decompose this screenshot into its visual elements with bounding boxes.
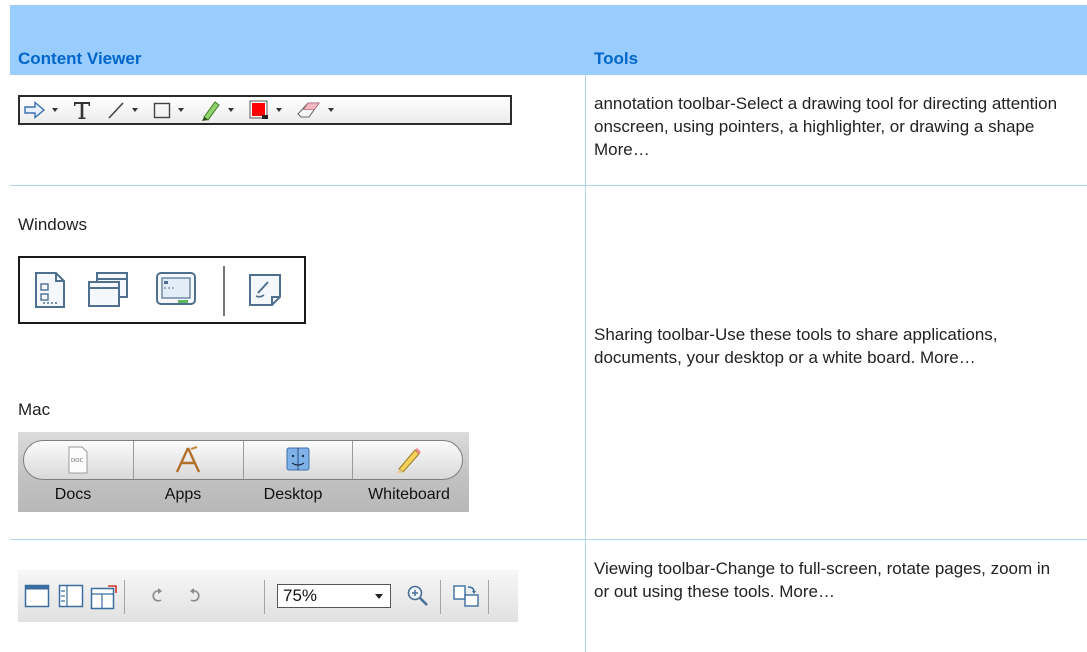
tools-header: Tools (594, 49, 639, 68)
help-table: Content Viewer Tools annotation toolbar-… (0, 0, 1087, 652)
table-header (10, 5, 1087, 75)
toolbar-separator (264, 580, 265, 614)
thumbnails-icon (58, 584, 84, 608)
share-whiteboard-icon (249, 274, 281, 306)
thumbnails-view-button[interactable] (58, 584, 84, 613)
rectangle-tool-icon (153, 102, 171, 119)
color-picker-button[interactable] (248, 97, 290, 123)
magnifier-icon (407, 585, 428, 606)
zoom-value: 75% (283, 586, 318, 605)
chevron-down-icon[interactable] (228, 108, 234, 112)
share-whiteboard-button[interactable] (246, 271, 286, 314)
mac-label: Mac (18, 400, 51, 419)
row-divider (10, 539, 1087, 540)
docs-button[interactable]: DOC (24, 441, 134, 479)
chevron-down-icon[interactable] (178, 108, 184, 112)
mac-sharing-toolbar: DOC Docs Apps Desktop Whiteboard (18, 432, 469, 512)
pointer-arrow-icon (24, 101, 46, 119)
viewing-toolbar: 75% (18, 570, 518, 622)
viewing-toolbar-description: Viewing toolbar-Change to full-screen, r… (594, 559, 1051, 601)
chevron-down-icon[interactable] (52, 108, 58, 112)
mac-toolbar-segments: DOC (23, 440, 463, 480)
share-desktop-icon (156, 272, 196, 305)
eraser-tool-button[interactable] (296, 97, 342, 123)
toolbar-separator (124, 580, 125, 614)
normal-view-button[interactable] (24, 584, 50, 613)
rotate-right-icon (190, 588, 200, 602)
docs-label[interactable]: Docs (18, 486, 128, 504)
annotation-toolbar (18, 95, 512, 125)
desktop-button[interactable] (244, 441, 354, 479)
text-tool-button[interactable] (72, 97, 92, 123)
zoom-in-button[interactable] (406, 584, 430, 613)
rotate-pages-icon (453, 585, 479, 607)
apps-button[interactable] (134, 441, 244, 479)
sharing-toolbar-description: Sharing toolbar-Use these tools to share… (594, 325, 998, 367)
whiteboard-label[interactable]: Whiteboard (354, 486, 464, 504)
svg-text:DOC: DOC (71, 458, 84, 464)
content-viewer-header: Content Viewer (18, 49, 142, 68)
chevron-down-icon[interactable] (375, 594, 383, 599)
annotation-toolbar-description: annotation toolbar-Select a drawing tool… (594, 94, 1058, 159)
rotate-left-button[interactable] (146, 584, 168, 613)
applications-icon (176, 446, 201, 473)
desktop-label[interactable]: Desktop (238, 486, 348, 504)
document-icon: DOC (68, 446, 88, 474)
highlighter-tool-button[interactable] (198, 97, 242, 123)
window-icon (24, 584, 50, 608)
column-divider (585, 75, 586, 652)
rectangle-tool-button[interactable] (152, 97, 192, 123)
share-application-icon (88, 272, 128, 307)
highlighter-pen-icon (202, 101, 220, 121)
share-desktop-button[interactable] (154, 271, 198, 314)
pointer-tool-button[interactable] (24, 97, 66, 123)
full-screen-icon (90, 585, 117, 610)
line-tool-button[interactable] (106, 97, 146, 123)
whiteboard-button[interactable] (353, 441, 462, 479)
toolbar-separator (223, 266, 225, 316)
windows-sharing-toolbar (18, 256, 306, 324)
line-tool-icon (108, 102, 124, 119)
share-application-button[interactable] (86, 271, 130, 314)
rotate-left-icon (152, 588, 162, 602)
row-divider (10, 185, 1087, 186)
share-document-button[interactable] (32, 271, 68, 314)
eraser-icon (297, 102, 320, 118)
finder-icon (286, 447, 310, 471)
rotate-right-button[interactable] (184, 584, 206, 613)
full-screen-button[interactable] (90, 584, 118, 615)
toolbar-separator (440, 580, 441, 614)
zoom-select[interactable]: 75% (277, 584, 391, 608)
text-tool-icon (74, 102, 90, 119)
color-picker-icon (249, 100, 268, 119)
share-document-icon (35, 272, 65, 308)
rotate-pages-button[interactable] (452, 584, 480, 615)
toolbar-separator (488, 580, 489, 614)
pencil-icon (396, 448, 421, 474)
windows-label: Windows (18, 215, 87, 234)
chevron-down-icon[interactable] (276, 108, 282, 112)
apps-label[interactable]: Apps (128, 486, 238, 504)
chevron-down-icon[interactable] (132, 108, 138, 112)
chevron-down-icon[interactable] (328, 108, 334, 112)
